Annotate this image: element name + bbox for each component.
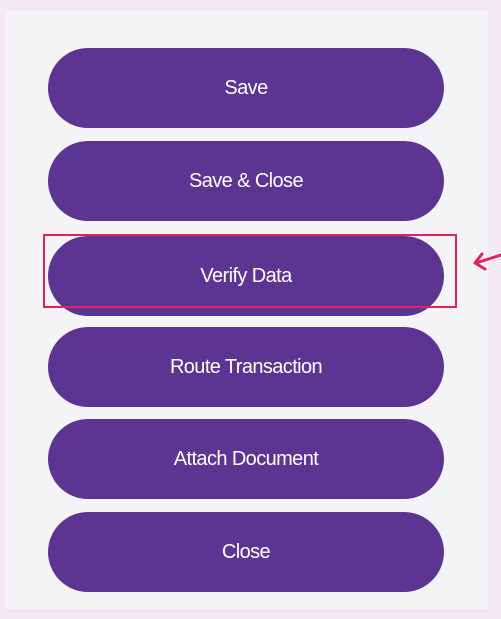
attach-document-button[interactable]: Attach Document	[48, 419, 444, 499]
close-button[interactable]: Close	[48, 512, 444, 592]
save-and-close-button[interactable]: Save & Close	[48, 141, 444, 221]
verify-data-button[interactable]: Verify Data	[48, 236, 444, 316]
save-button[interactable]: Save	[48, 48, 444, 128]
route-transaction-button[interactable]: Route Transaction	[48, 327, 444, 407]
